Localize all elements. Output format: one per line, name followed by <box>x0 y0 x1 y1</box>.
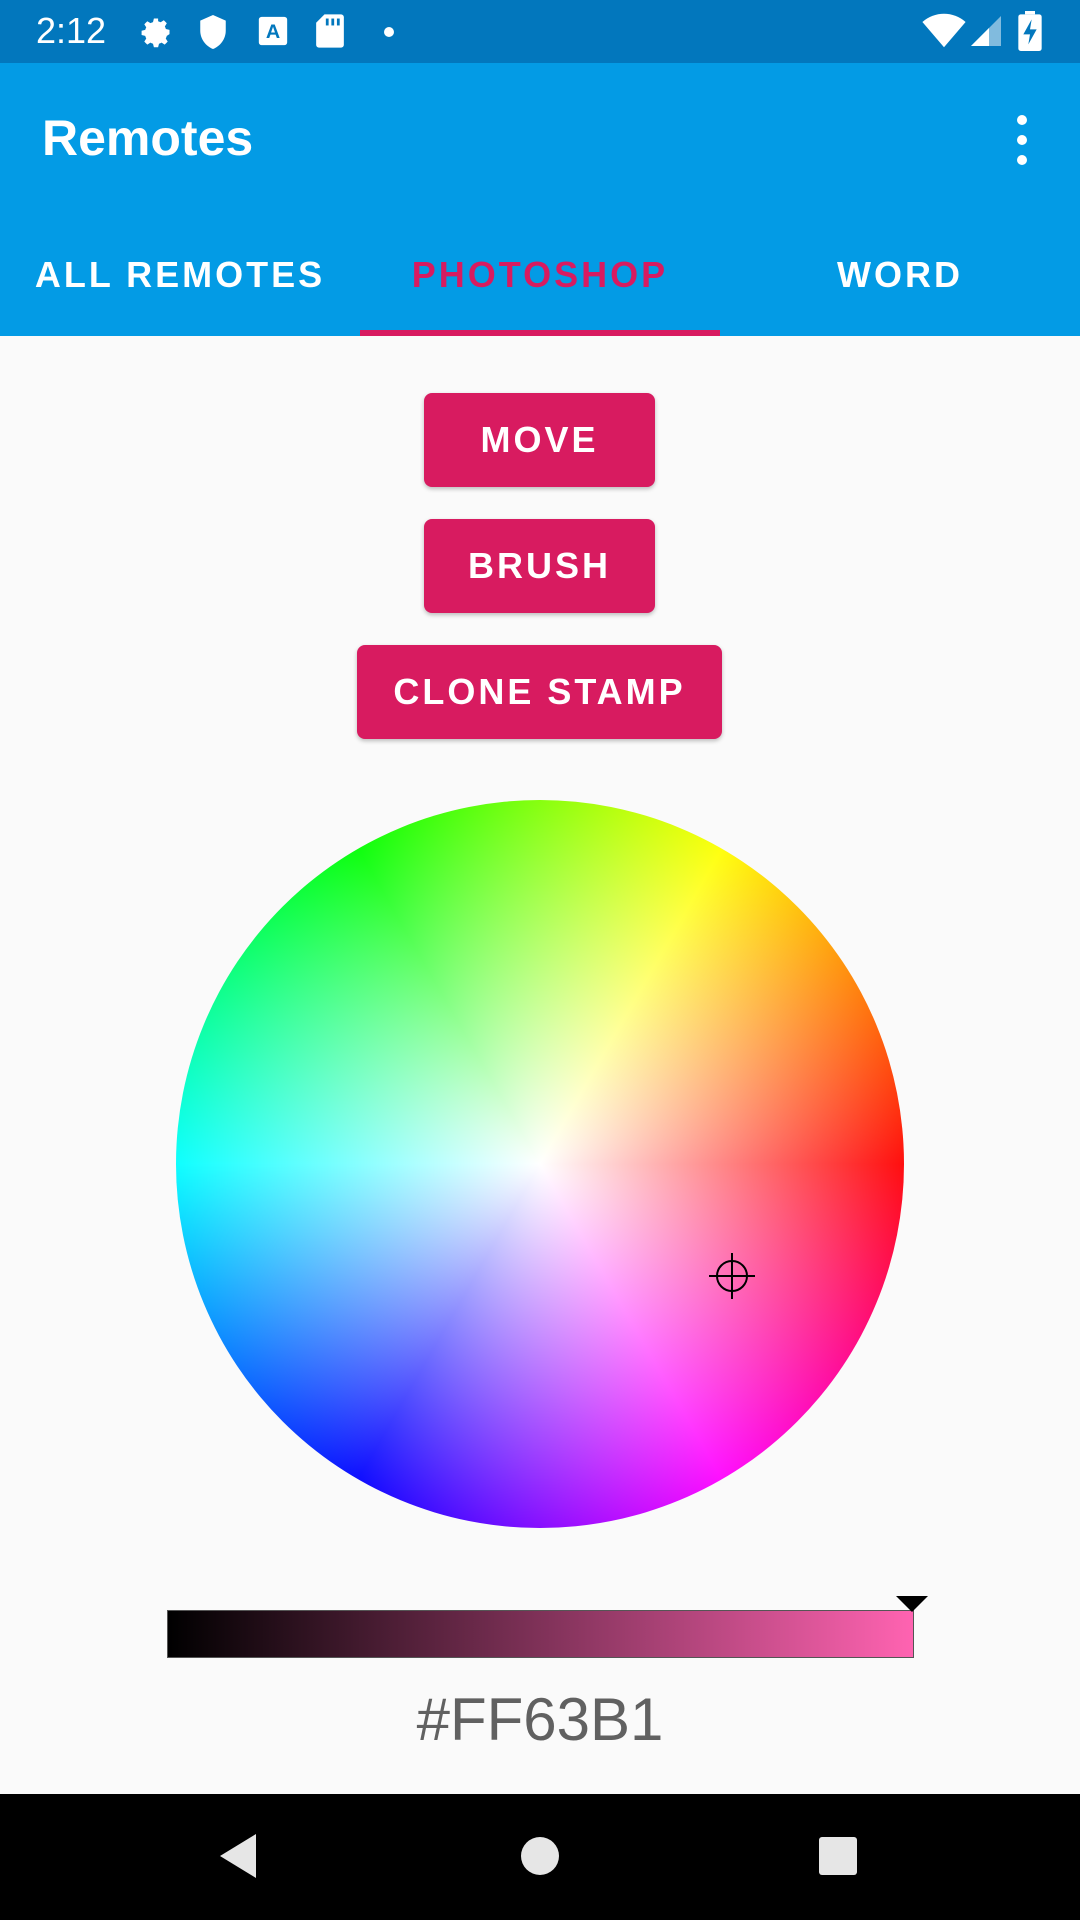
sd-card-icon <box>314 13 346 54</box>
clone-stamp-button[interactable]: CLONE STAMP <box>357 645 722 739</box>
hex-code: #FF63B1 <box>416 1686 664 1753</box>
status-time: 2:12 <box>36 10 107 51</box>
slider-marker-icon[interactable] <box>896 1596 928 1612</box>
status-bar: 2:12 A <box>0 0 1080 63</box>
color-wheel[interactable] <box>176 800 904 1528</box>
tab-word[interactable]: WORD <box>720 213 1080 336</box>
signal-icon <box>968 13 1004 54</box>
tab-all-remotes[interactable]: ALL REMOTES <box>0 213 360 336</box>
tab-indicator <box>360 330 720 336</box>
wifi-icon <box>922 13 966 54</box>
shield-icon <box>196 13 230 56</box>
move-button[interactable]: MOVE <box>424 393 655 487</box>
home-icon[interactable] <box>520 1836 560 1876</box>
text-a-icon: A <box>256 14 290 53</box>
app-bar: Remotes ALL REMOTES PHOTOSHOP WORD <box>0 63 1080 336</box>
gear-icon <box>138 14 174 55</box>
more-vert-icon[interactable] <box>1000 108 1044 172</box>
tab-photoshop[interactable]: PHOTOSHOP <box>360 213 720 336</box>
brush-button[interactable]: BRUSH <box>424 519 655 613</box>
back-icon[interactable] <box>216 1832 260 1880</box>
crosshair-icon[interactable] <box>709 1253 755 1299</box>
recents-icon[interactable] <box>818 1836 858 1876</box>
battery-charging-icon <box>1018 11 1042 56</box>
nav-bar <box>0 1794 1080 1920</box>
brightness-slider[interactable] <box>167 1610 914 1658</box>
dot-icon <box>383 25 395 43</box>
app-title: Remotes <box>42 110 254 166</box>
svg-text:A: A <box>266 21 280 43</box>
color-wheel-saturation <box>176 800 904 1528</box>
